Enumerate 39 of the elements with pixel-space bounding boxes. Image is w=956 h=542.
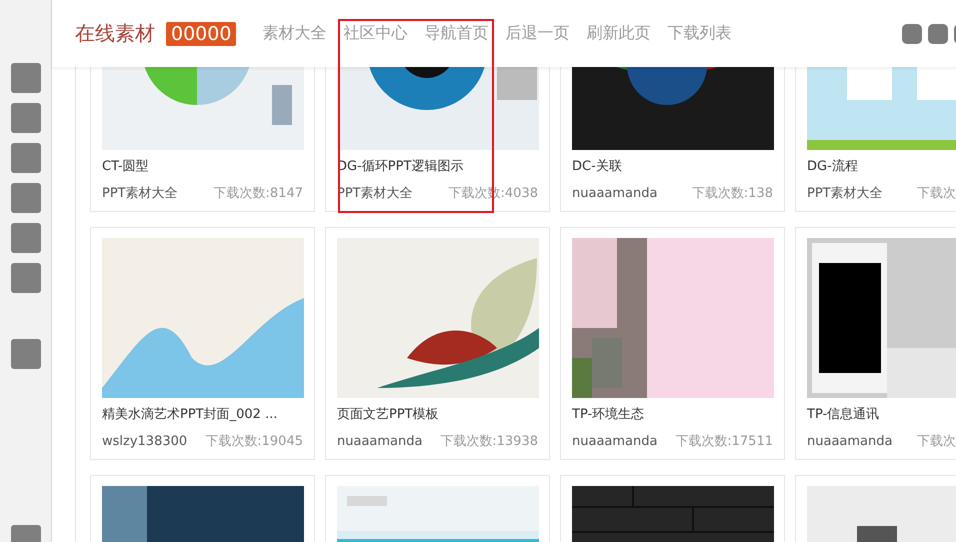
template-card[interactable]: 页面文艺PPT模板 nuaaamanda 下载次数:13938 [325,227,550,460]
download-count: 下载次数:8147 [214,185,303,202]
download-count: 下载次数:13938 [440,433,538,450]
sidebar-button[interactable] [10,339,40,369]
template-title: DC-关联 [572,158,623,176]
download-count: 下载次 [917,433,956,450]
window-button[interactable] [928,24,948,44]
counter-badge: 00000 [166,22,236,46]
template-card[interactable]: TP-环境生态 nuaaamanda 下载次数:17511 [560,227,785,460]
template-card[interactable]: DG-流程 PPT素材大全 下载次 [795,67,956,212]
site-title: 在线素材 [75,20,155,47]
template-card[interactable]: TP-信息通讯 nuaaamanda 下载次 [795,227,956,460]
author-name: nuaaamanda [572,434,658,448]
template-card[interactable]: CT-圆型 PPT素材大全 下载次数:8147 [90,67,315,212]
template-title: DG-流程 [807,158,859,176]
download-count: 下载次数:138 [692,185,773,202]
template-title: 页面文艺PPT模板 [337,406,440,424]
template-title: TP-环境生态 [572,406,646,424]
sidebar-button[interactable] [10,183,40,213]
author-name: PPT素材大全 [102,185,178,202]
template-title: 精美水滴艺术PPT封面_002 ... [102,406,278,424]
window-button[interactable] [902,24,922,44]
download-count: 下载次 [917,185,956,202]
template-card[interactable]: 精美水滴艺术PPT封面_002 ... wslzy138300 下载次数:19045 [90,227,315,460]
sidebar-button[interactable] [10,263,40,293]
download-count: 下载次数:19045 [205,433,303,450]
download-count: 下载次数:17511 [675,433,773,450]
sidebar-button[interactable] [10,63,40,93]
author-name: nuaaamanda [337,434,422,448]
template-title: CT-圆型 [102,158,150,176]
author-name: nuaaamanda [807,434,892,448]
template-card[interactable]: DC-关联 nuaaamanda 下载次数:138 [560,67,785,212]
author-name: wslzy138300 [102,434,188,448]
template-title: TP-信息通讯 [807,406,880,424]
sidebar-button[interactable] [10,223,40,253]
sidebar-button[interactable] [10,143,40,173]
author-name: PPT素材大全 [807,185,883,202]
author-name: nuaaamanda [572,186,658,200]
sidebar-button[interactable] [10,103,40,133]
